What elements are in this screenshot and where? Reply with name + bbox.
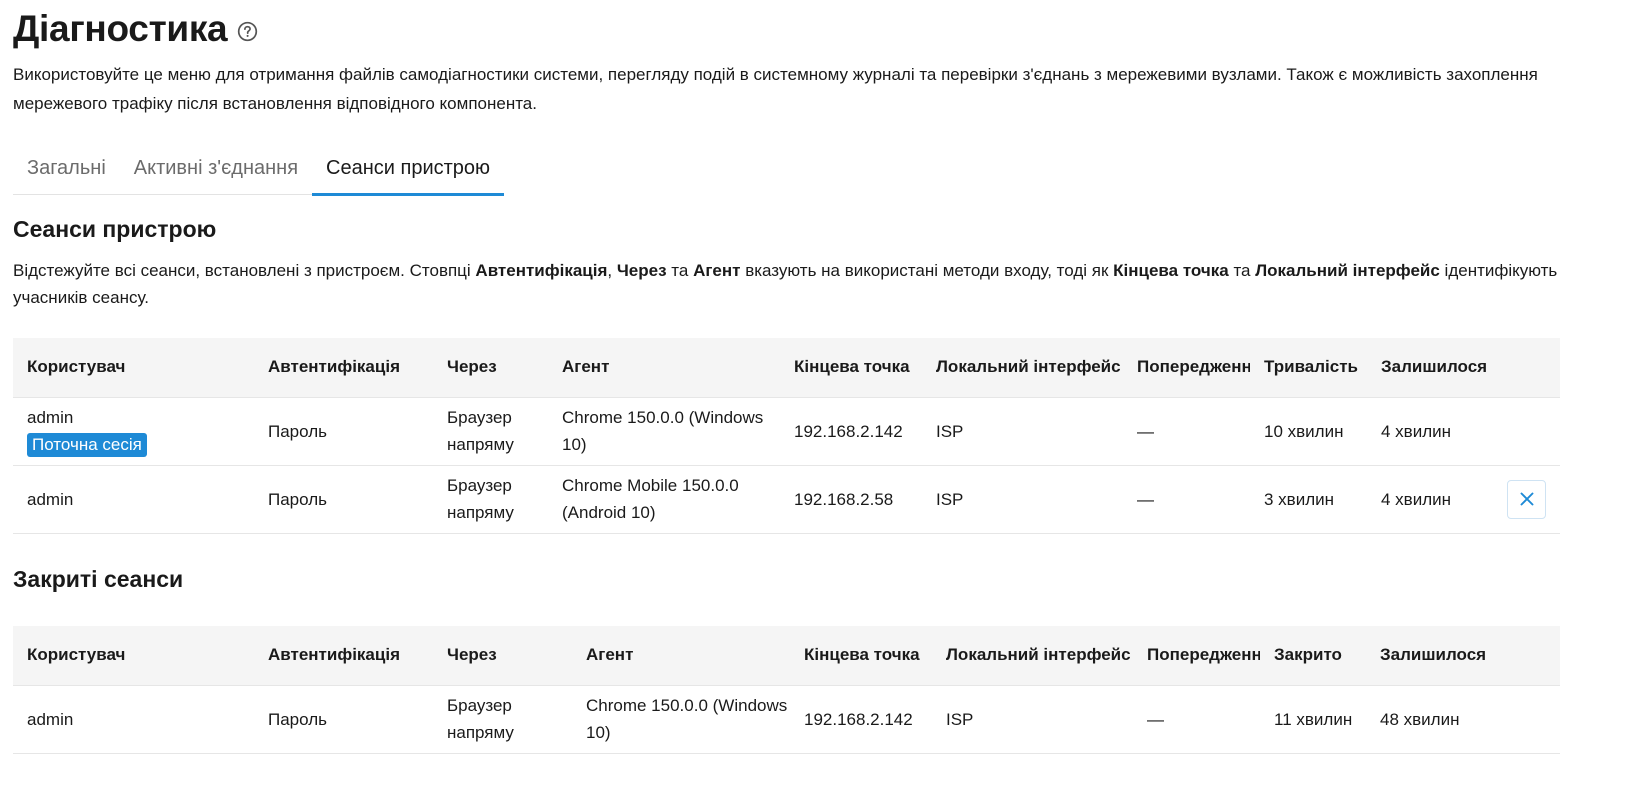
cell-warnings: — [1137,421,1154,441]
column-header-duration: Тривалість [1264,357,1359,377]
column-header-endpoint: Кінцева точка [794,357,910,377]
cell-actions [1493,397,1560,465]
cell-user: admin Поточна сесія [13,397,254,465]
column-header-agent: Агент [562,357,610,377]
sessions-section-title: Сеанси пристрою [13,216,217,242]
column-header-actions [1493,338,1560,397]
closed-sessions-section-title: Закриті сеанси [13,566,184,592]
tab-device-sessions[interactable]: Сеанси пристрою [312,148,505,196]
tab-general[interactable]: Загальні [13,148,120,195]
closed-sessions-table: Користувач Автентифікація Через Агент Кі… [13,626,1560,754]
cell-user: admin [27,709,74,729]
column-header-auth: Автентифікація [268,357,400,377]
cell-auth: Пароль [268,421,327,441]
column-header-closed: Закрито [1274,645,1342,665]
cell-endpoint: 192.168.2.142 [804,709,913,729]
column-header-via: Через [447,645,497,665]
column-header-remaining: Залишилося [1380,645,1487,665]
table-row: admin Пароль Браузер напряму Chrome 150.… [13,685,1560,753]
column-header-auth: Автентифікація [268,645,400,665]
title-row: Діагностика [13,8,258,50]
cell-agent: Chrome 150.0.0 (Windows 10) [562,408,764,454]
cell-endpoint: 192.168.2.142 [794,421,903,441]
cell-agent: Chrome Mobile 150.0.0 (Android 10) [562,476,739,522]
column-header-warnings: Попередженн [1147,645,1260,665]
desc-bold-auth: Автентифікація [475,261,608,280]
cell-warnings: — [1147,709,1164,729]
table-header-row: Користувач Автентифікація Через Агент Кі… [13,626,1560,685]
desc-bold-interface: Локальний інтерфейс [1255,261,1440,280]
desc-text: , [607,261,617,280]
help-circle-icon[interactable] [237,21,258,42]
cell-interface: ISP [946,709,974,729]
column-header-agent: Агент [586,645,634,665]
cell-endpoint: 192.168.2.58 [794,489,894,509]
page-description: Використовуйте це меню для отримання фай… [13,65,1538,113]
cell-interface: ISP [936,421,964,441]
desc-text: та [666,261,694,280]
column-header-endpoint: Кінцева точка [804,645,920,665]
close-icon [1520,492,1533,506]
column-header-warnings: Попередженн [1137,357,1250,377]
cell-via: Браузер напряму [447,476,514,522]
cell-via: Браузер напряму [447,696,514,742]
tab-bar: Загальні Активні з'єднання Сеанси пристр… [13,148,505,196]
current-session-badge: Поточна сесія [27,433,147,457]
page-title: Діагностика [13,8,228,49]
sessions-table: Користувач Автентифікація Через Агент Кі… [13,338,1560,534]
column-header-interface: Локальний інтерфейс [946,645,1131,665]
column-header-via: Через [447,357,497,377]
cell-auth: Пароль [268,489,327,509]
cell-interface: ISP [936,489,964,509]
user-name: admin [27,408,74,427]
desc-text: вказують на використані методи входу, то… [740,261,1114,280]
column-header-interface: Локальний інтерфейс [936,357,1121,377]
column-header-user: Користувач [27,357,126,377]
sessions-description: Відстежуйте всі сеанси, встановлені з пр… [13,257,1573,311]
terminate-session-button[interactable] [1507,479,1546,519]
desc-text: та [1228,261,1256,280]
cell-user: admin [27,489,74,509]
cell-duration: 10 хвилин [1264,421,1344,441]
cell-agent: Chrome 150.0.0 (Windows 10) [586,696,788,742]
cell-warnings: — [1137,489,1154,509]
table-row: admin Поточна сесія Пароль Браузер напря… [13,397,1560,465]
cell-remaining: 4 хвилин [1381,421,1452,441]
column-header-remaining: Залишилося [1381,357,1488,377]
table-row: admin Пароль Браузер напряму Chrome Mobi… [13,465,1560,533]
cell-duration: 3 хвилин [1264,489,1335,509]
table-header-row: Користувач Автентифікація Через Агент Кі… [13,338,1560,397]
tab-active-connections[interactable]: Активні з'єднання [120,148,312,195]
cell-actions [1493,465,1560,533]
cell-closed: 11 хвилин [1274,709,1353,729]
cell-remaining: 4 хвилин [1381,489,1452,509]
page: Діагностика Використовуйте це меню для о… [0,0,1627,798]
column-header-user: Користувач [27,645,126,665]
desc-bold-endpoint: Кінцева точка [1113,261,1229,280]
cell-via: Браузер напряму [447,408,514,454]
cell-auth: Пароль [268,709,327,729]
cell-remaining: 48 хвилин [1380,709,1460,729]
desc-bold-agent: Агент [693,261,741,280]
desc-text: Відстежуйте всі сеанси, встановлені з пр… [13,261,476,280]
desc-bold-via: Через [616,261,667,280]
